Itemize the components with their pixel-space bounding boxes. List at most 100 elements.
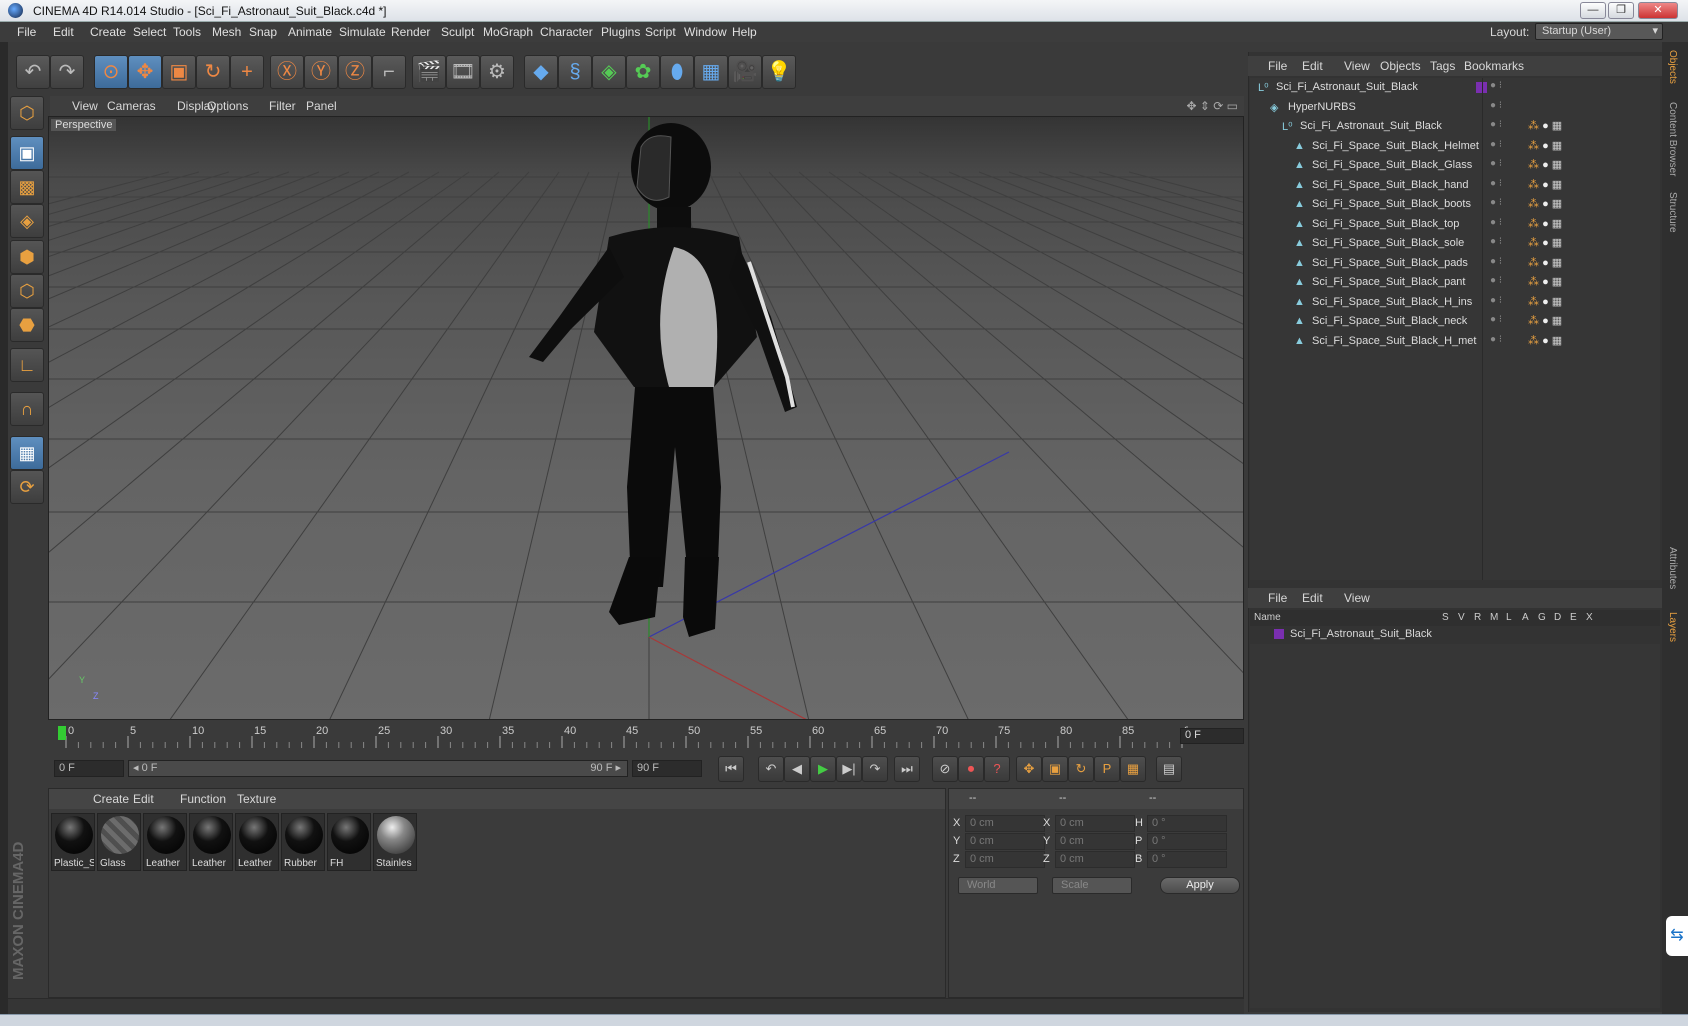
camera-icon[interactable]: 🎥: [728, 55, 762, 89]
y-axis-icon[interactable]: Ⓨ: [304, 55, 338, 89]
timeline-ruler[interactable]: 051015202530354045505560657075808590: [48, 722, 1244, 752]
phong-tag-icon[interactable]: ⁂: [1528, 198, 1539, 210]
texture-tag-icon[interactable]: ▦: [1552, 218, 1562, 230]
object-name[interactable]: Sci_Fi_Space_Suit_Black_top: [1312, 218, 1459, 230]
scale-icon[interactable]: ▣: [162, 55, 196, 89]
edit-render-settings-icon[interactable]: ⚙: [480, 55, 514, 89]
object-name[interactable]: Sci_Fi_Space_Suit_Black_pant: [1312, 276, 1465, 288]
material-swatch[interactable]: FH: [327, 813, 371, 871]
texture-tag-icon[interactable]: ▦: [1552, 120, 1562, 132]
start-frame-field[interactable]: 0 F: [54, 760, 124, 777]
object-tags[interactable]: ⁂ ● ▦: [1528, 217, 1562, 230]
rotate-key-icon[interactable]: ↻: [1068, 756, 1094, 782]
coord-value-field[interactable]: 0 cm: [965, 851, 1045, 868]
object-name[interactable]: Sci_Fi_Space_Suit_Black_boots: [1312, 198, 1471, 210]
undo-icon[interactable]: ↶: [16, 55, 50, 89]
coord-value-field[interactable]: 0 cm: [1055, 851, 1135, 868]
layer-row[interactable]: Sci_Fi_Astronaut_Suit_Black: [1250, 626, 1660, 644]
object-tags[interactable]: ⁂ ● ▦: [1528, 256, 1562, 269]
menu-window[interactable]: Window: [684, 25, 727, 39]
layers-menu-view[interactable]: View: [1344, 591, 1370, 605]
material-tag-icon[interactable]: ●: [1542, 315, 1549, 327]
texture-tag-icon[interactable]: ▦: [1552, 315, 1562, 327]
array-icon[interactable]: ✿: [626, 55, 660, 89]
make-editable-icon[interactable]: ⬡: [10, 96, 44, 130]
texture-tag-icon[interactable]: ▦: [1552, 140, 1562, 152]
material-swatch[interactable]: Rubber: [281, 813, 325, 871]
object-name[interactable]: Sci_Fi_Space_Suit_Black_pads: [1312, 257, 1468, 269]
visibility-dots[interactable]: ● ⁝: [1490, 236, 1502, 247]
floor-icon[interactable]: ▦: [694, 55, 728, 89]
material-swatch[interactable]: Leather: [235, 813, 279, 871]
coord-value-field[interactable]: 0 °: [1147, 815, 1227, 832]
world-coords-icon[interactable]: ⌐: [372, 55, 406, 89]
objects-menu-objects[interactable]: Objects: [1380, 59, 1421, 73]
object-name[interactable]: Sci_Fi_Space_Suit_Black_hand: [1312, 179, 1469, 191]
object-tags[interactable]: ⁂ ● ▦: [1528, 314, 1562, 327]
polygons-mode-icon[interactable]: ⬣: [10, 308, 44, 342]
rotate-icon[interactable]: ↻: [196, 55, 230, 89]
axis-mode-icon[interactable]: ∟: [10, 348, 44, 382]
material-menu-create[interactable]: Create: [93, 792, 129, 806]
texture-tag-icon[interactable]: ▦: [1552, 257, 1562, 269]
layer-name[interactable]: Sci_Fi_Astronaut_Suit_Black: [1290, 628, 1432, 640]
texture-tag-icon[interactable]: ▦: [1552, 179, 1562, 191]
material-swatch[interactable]: Stainles: [373, 813, 417, 871]
texture-mode-icon[interactable]: ▩: [10, 170, 44, 204]
param-key-icon[interactable]: P: [1094, 756, 1120, 782]
deformer-icon[interactable]: ⬮: [660, 55, 694, 89]
object-name[interactable]: Sci_Fi_Space_Suit_Black_sole: [1312, 237, 1464, 249]
coord-mode-select[interactable]: Scale: [1052, 877, 1132, 894]
menu-character[interactable]: Character: [540, 25, 593, 39]
material-menu-edit[interactable]: Edit: [133, 792, 154, 806]
coord-value-field[interactable]: 0 °: [1147, 833, 1227, 850]
phong-tag-icon[interactable]: ⁂: [1528, 120, 1539, 132]
texture-tag-icon[interactable]: ▦: [1552, 198, 1562, 210]
menu-snap[interactable]: Snap: [249, 25, 277, 39]
object-tags[interactable]: ⁂ ● ▦: [1528, 139, 1562, 152]
texture-tag-icon[interactable]: ▦: [1552, 237, 1562, 249]
menu-sculpt[interactable]: Sculpt: [441, 25, 474, 39]
menu-help[interactable]: Help: [732, 25, 757, 39]
object-row[interactable]: L⁰ Sci_Fi_Astronaut_Suit_Black ● ⁝ ⁂ ● ▦: [1250, 117, 1660, 137]
object-row[interactable]: ▲ Sci_Fi_Space_Suit_Black_pant ● ⁝ ⁂ ● ▦: [1250, 273, 1660, 293]
step-back-icon[interactable]: ◀: [784, 756, 810, 782]
lock-workplane-icon[interactable]: ⟳: [10, 470, 44, 504]
restore-button[interactable]: ❐: [1608, 2, 1634, 19]
phong-tag-icon[interactable]: ⁂: [1528, 179, 1539, 191]
tab-layers[interactable]: Layers: [1667, 612, 1678, 642]
object-name[interactable]: Sci_Fi_Space_Suit_Black_H_met: [1312, 335, 1476, 347]
menu-select[interactable]: Select: [133, 25, 166, 39]
viewport-menu-view[interactable]: View: [72, 99, 98, 113]
current-frame-field[interactable]: 0 F: [1180, 728, 1244, 744]
menu-plugins[interactable]: Plugins: [601, 25, 640, 39]
layers-menu-edit[interactable]: Edit: [1302, 591, 1323, 605]
object-row[interactable]: ▲ Sci_Fi_Space_Suit_Black_H_met ● ⁝ ⁂ ● ▦: [1250, 332, 1660, 352]
object-row[interactable]: ◈ HyperNURBS ● ⁝: [1250, 98, 1660, 118]
object-tags[interactable]: ⁂ ● ▦: [1528, 178, 1562, 191]
edges-mode-icon[interactable]: ⬡: [10, 274, 44, 308]
material-menu-texture[interactable]: Texture: [237, 792, 276, 806]
scale-key-icon[interactable]: ▣: [1042, 756, 1068, 782]
visibility-dots[interactable]: ● ⁝: [1490, 158, 1502, 169]
phong-tag-icon[interactable]: ⁂: [1528, 257, 1539, 269]
objects-menu-file[interactable]: File: [1268, 59, 1287, 73]
coord-value-field[interactable]: 0 cm: [965, 833, 1045, 850]
visibility-dots[interactable]: ● ⁝: [1490, 139, 1502, 150]
visibility-dots[interactable]: ● ⁝: [1490, 119, 1502, 130]
points-mode-icon[interactable]: ⬢: [10, 240, 44, 274]
object-tags[interactable]: ⁂ ● ▦: [1528, 275, 1562, 288]
material-tag-icon[interactable]: ●: [1542, 218, 1549, 230]
viewport-perspective[interactable]: Perspective Y Z: [48, 116, 1244, 720]
objects-menu-tags[interactable]: Tags: [1430, 59, 1455, 73]
move-key-icon[interactable]: ✥: [1016, 756, 1042, 782]
texture-tag-icon[interactable]: ▦: [1552, 296, 1562, 308]
add-icon[interactable]: +: [230, 55, 264, 89]
menu-tools[interactable]: Tools: [173, 25, 201, 39]
object-row[interactable]: ▲ Sci_Fi_Space_Suit_Black_top ● ⁝ ⁂ ● ▦: [1250, 215, 1660, 235]
viewport-nav-icons[interactable]: ✥ ⇕ ⟳ ▭: [1186, 99, 1238, 113]
viewport-menu-panel[interactable]: Panel: [306, 99, 337, 113]
autokey-icon[interactable]: ?: [984, 756, 1010, 782]
object-row[interactable]: ▲ Sci_Fi_Space_Suit_Black_H_ins ● ⁝ ⁂ ● ▦: [1250, 293, 1660, 313]
object-row[interactable]: ▲ Sci_Fi_Space_Suit_Black_pads ● ⁝ ⁂ ● ▦: [1250, 254, 1660, 274]
